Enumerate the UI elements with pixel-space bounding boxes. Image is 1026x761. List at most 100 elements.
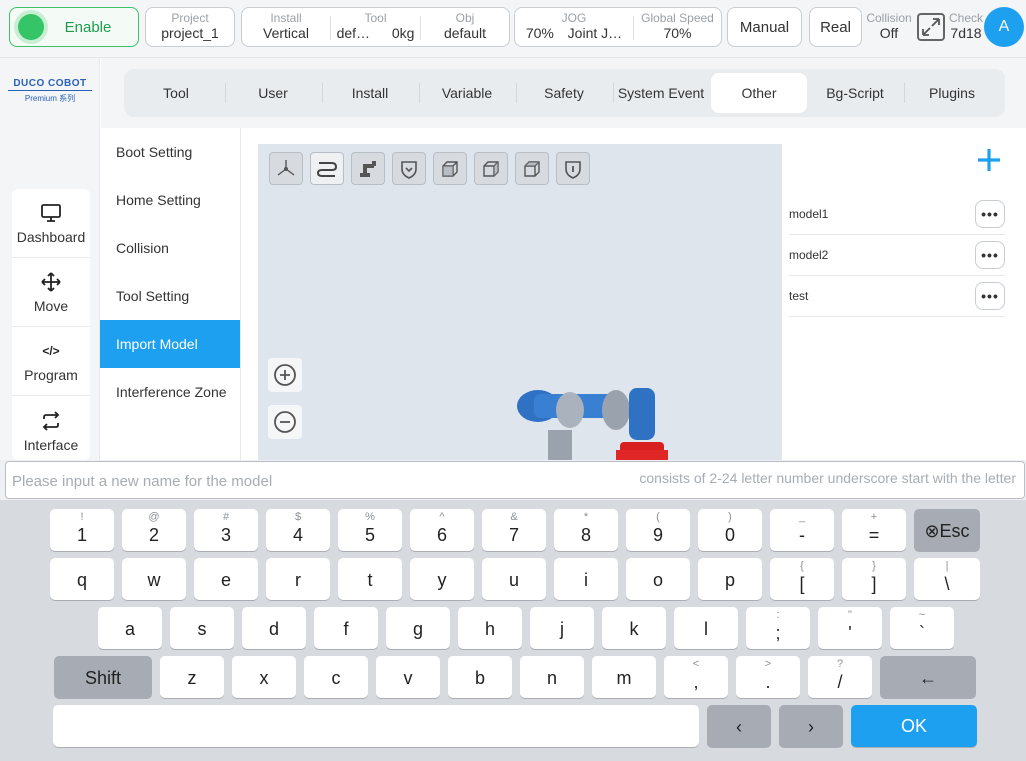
- zoom-in-icon[interactable]: [268, 358, 302, 392]
- obj-cell[interactable]: Obj default: [421, 8, 509, 46]
- cube-top-icon[interactable]: [515, 152, 549, 185]
- cube-side-icon[interactable]: [474, 152, 508, 185]
- nav-move[interactable]: Move: [12, 258, 90, 327]
- nav-interface[interactable]: Interface: [12, 396, 90, 460]
- key[interactable]: ! 1: [50, 509, 114, 551]
- key[interactable]: ^ 6: [410, 509, 474, 551]
- submenu-home-setting[interactable]: Home Setting: [100, 176, 240, 224]
- tool-cell[interactable]: Tool def… 0kg: [331, 8, 420, 46]
- manual-button[interactable]: Manual: [727, 7, 802, 47]
- expand-arrows-icon[interactable]: [917, 13, 945, 41]
- tab-safety[interactable]: Safety: [516, 73, 612, 113]
- key[interactable]: p: [698, 558, 762, 600]
- tab-bg-script[interactable]: Bg-Script: [807, 73, 903, 113]
- global-speed-cell[interactable]: Global Speed 70%: [634, 8, 721, 46]
- key[interactable]: g: [386, 607, 450, 649]
- key[interactable]: o: [626, 558, 690, 600]
- nav-dashboard[interactable]: Dashboard: [12, 189, 90, 258]
- submenu-tool-setting[interactable]: Tool Setting: [100, 272, 240, 320]
- key[interactable]: {[: [770, 558, 834, 600]
- robot-icon[interactable]: [351, 152, 385, 185]
- submenu-boot-setting[interactable]: Boot Setting: [100, 128, 240, 176]
- ok-key[interactable]: OK: [851, 705, 977, 747]
- nav-program[interactable]: </> Program: [12, 327, 90, 396]
- model-name-input[interactable]: [12, 469, 612, 493]
- submenu-import-model[interactable]: Import Model: [100, 320, 240, 368]
- install-cell[interactable]: Install Vertical: [242, 8, 330, 46]
- key[interactable]: }]: [842, 558, 906, 600]
- submenu-collision[interactable]: Collision: [100, 224, 240, 272]
- axes-icon[interactable]: [269, 152, 303, 185]
- cube-front-icon[interactable]: [433, 152, 467, 185]
- key[interactable]: t: [338, 558, 402, 600]
- key[interactable]: l: [674, 607, 738, 649]
- model-row[interactable]: model2 •••: [789, 235, 1005, 276]
- key[interactable]: s: [170, 607, 234, 649]
- shift-key[interactable]: Shift: [54, 656, 152, 698]
- model-name-field[interactable]: consists of 2-24 letter number underscor…: [5, 461, 1025, 499]
- model-row[interactable]: test •••: [789, 276, 1005, 317]
- user-avatar[interactable]: A: [984, 7, 1024, 47]
- key[interactable]: d: [242, 607, 306, 649]
- key[interactable]: f: [314, 607, 378, 649]
- key[interactable]: h: [458, 607, 522, 649]
- jog-speed-group[interactable]: JOG 70% Joint J… Global Speed 70%: [514, 7, 722, 47]
- key[interactable]: a: [98, 607, 162, 649]
- submenu-interference-zone[interactable]: Interference Zone: [100, 368, 240, 416]
- tab-tool[interactable]: Tool: [128, 73, 224, 113]
- shield-icon[interactable]: [392, 152, 426, 185]
- key[interactable]: | \: [914, 558, 980, 600]
- key[interactable]: m: [592, 656, 656, 698]
- key[interactable]: n: [520, 656, 584, 698]
- key[interactable]: j: [530, 607, 594, 649]
- tab-system-event[interactable]: System Event: [613, 73, 709, 113]
- key[interactable]: k: [602, 607, 666, 649]
- escape-key[interactable]: ⊗Esc: [914, 509, 980, 551]
- shield-info-icon[interactable]: [556, 152, 590, 185]
- add-model-button[interactable]: [972, 143, 1006, 177]
- collision-status[interactable]: Collision Off: [864, 12, 914, 42]
- more-options-button[interactable]: •••: [975, 200, 1005, 228]
- key[interactable]: r: [266, 558, 330, 600]
- key[interactable]: @2: [122, 509, 186, 551]
- key[interactable]: #3: [194, 509, 258, 551]
- key[interactable]: :;: [746, 607, 810, 649]
- jog-cell[interactable]: JOG 70% Joint J…: [515, 8, 633, 46]
- key[interactable]: + =: [842, 509, 906, 551]
- key[interactable]: <,: [664, 656, 728, 698]
- zoom-out-icon[interactable]: [268, 405, 302, 439]
- tab-other[interactable]: Other: [711, 73, 807, 113]
- key[interactable]: y: [410, 558, 474, 600]
- key[interactable]: " ': [818, 607, 882, 649]
- key[interactable]: ~ `: [890, 607, 954, 649]
- key[interactable]: i: [554, 558, 618, 600]
- key[interactable]: & 7: [482, 509, 546, 551]
- key[interactable]: % 5: [338, 509, 402, 551]
- tab-user[interactable]: User: [225, 73, 321, 113]
- key[interactable]: w: [122, 558, 186, 600]
- tab-install[interactable]: Install: [322, 73, 418, 113]
- key[interactable]: ? /: [808, 656, 872, 698]
- model-3d-viewport[interactable]: [258, 144, 782, 460]
- key[interactable]: >.: [736, 656, 800, 698]
- more-options-button[interactable]: •••: [975, 241, 1005, 269]
- key[interactable]: v: [376, 656, 440, 698]
- enable-button[interactable]: Enable: [9, 7, 139, 47]
- project-selector[interactable]: Project project_1: [145, 7, 235, 47]
- key[interactable]: b: [448, 656, 512, 698]
- tab-variable[interactable]: Variable: [419, 73, 515, 113]
- key[interactable]: * 8: [554, 509, 618, 551]
- key[interactable]: x: [232, 656, 296, 698]
- key[interactable]: e: [194, 558, 258, 600]
- key[interactable]: _ -: [770, 509, 834, 551]
- path-icon[interactable]: [310, 152, 344, 185]
- key[interactable]: $4: [266, 509, 330, 551]
- more-options-button[interactable]: •••: [975, 282, 1005, 310]
- space-key[interactable]: [53, 705, 699, 747]
- cursor-right-key[interactable]: ›: [779, 705, 843, 747]
- key[interactable]: q: [50, 558, 114, 600]
- cursor-left-key[interactable]: ‹: [707, 705, 771, 747]
- key[interactable]: ) 0: [698, 509, 762, 551]
- key[interactable]: z: [160, 656, 224, 698]
- real-button[interactable]: Real: [809, 7, 862, 47]
